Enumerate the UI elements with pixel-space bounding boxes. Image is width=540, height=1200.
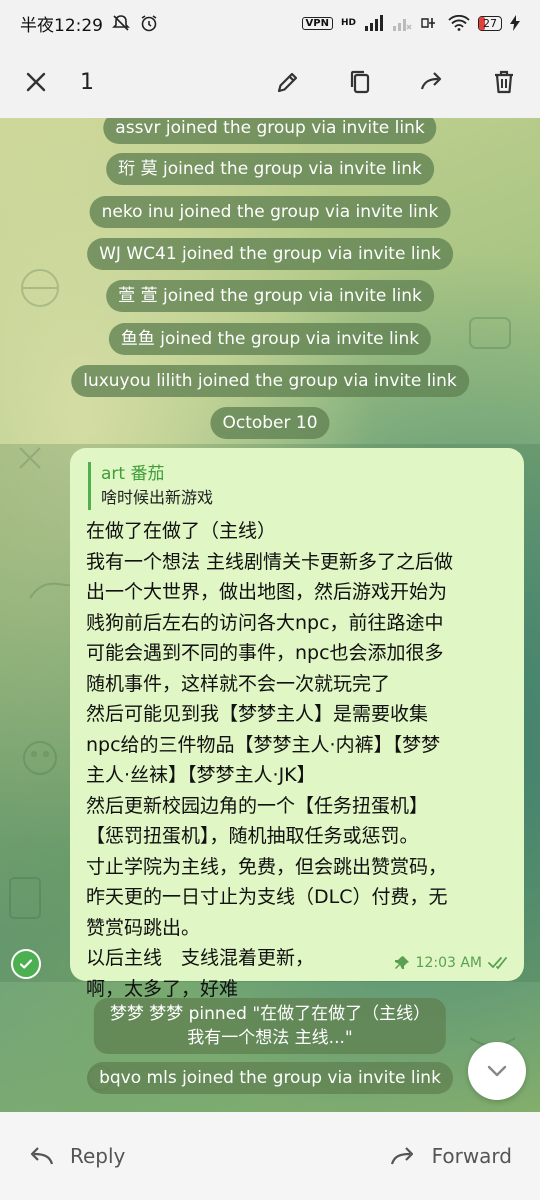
forward-arrow-icon: [390, 1147, 413, 1165]
pinned-notice-line1: 梦梦 梦梦 pinned "在做了在做了（主线）: [109, 1004, 431, 1024]
chat-area[interactable]: assvr joined the group via invite link 珩…: [0, 118, 540, 1112]
message-meta: 12:03 AM: [394, 955, 510, 971]
reply-label: Reply: [70, 1144, 126, 1168]
reply-arrow-icon: [30, 1147, 54, 1165]
date-separator: October 10: [210, 407, 330, 439]
service-message: assvr joined the group via invite link: [103, 118, 437, 144]
forward-toolbar-button[interactable]: [396, 46, 468, 118]
pinned-notice[interactable]: 梦梦 梦梦 pinned "在做了在做了（主线） 我有一个想法 主线...": [93, 998, 447, 1054]
service-message: bqvo mls joined the group via invite lin…: [87, 1062, 453, 1094]
hd-badge: HD: [340, 18, 356, 28]
service-message: 鱼鱼 joined the group via invite link: [108, 323, 432, 355]
share-arrow-icon: [420, 72, 442, 90]
pencil-icon: [277, 72, 298, 93]
message-bubble[interactable]: art 番茄 啥时候出新游戏 在做了在做了（主线） 我有一个想法 主线剧情关卡更…: [70, 448, 524, 1000]
message-time: 12:03 AM: [415, 955, 482, 971]
reply-quote[interactable]: art 番茄 啥时候出新游戏: [88, 462, 508, 510]
service-message: 萱 萱 joined the group via invite link: [106, 280, 434, 312]
bluetooth-icon: [420, 15, 440, 31]
copy-button[interactable]: [324, 46, 396, 118]
charging-icon: [510, 15, 520, 31]
selected-count: 1: [80, 69, 94, 95]
service-message: 珩 莫 joined the group via invite link: [106, 153, 434, 185]
bottom-action-bar: Reply Forward: [0, 1112, 540, 1200]
scroll-down-button[interactable]: [468, 1042, 526, 1100]
edit-button[interactable]: [252, 46, 324, 118]
signal-icon: [364, 15, 384, 31]
forward-button[interactable]: Forward: [390, 1144, 512, 1168]
service-message: luxuyou lilith joined the group via invi…: [71, 365, 469, 397]
close-selection-button[interactable]: [0, 46, 72, 118]
reply-sender-name: art 番茄: [101, 464, 165, 484]
wifi-icon: [448, 15, 470, 31]
service-message: WJ WC41 joined the group via invite link: [87, 238, 453, 270]
message-text: 在做了在做了（主线） 我有一个想法 主线剧情关卡更新多了之后做 出一个大世界，做…: [86, 520, 454, 1000]
close-icon: [26, 72, 46, 92]
battery-indicator: 27: [478, 15, 502, 31]
forward-label: Forward: [431, 1144, 512, 1168]
vpn-badge: VPN: [301, 16, 333, 30]
copy-icon: [350, 70, 370, 94]
status-bar: 半夜12:29 VPN HD 27: [0, 0, 540, 46]
check-icon: [19, 959, 33, 969]
pinned-notice-line2: 我有一个想法 主线...": [187, 1028, 353, 1048]
reply-button[interactable]: Reply: [28, 1144, 125, 1168]
alarm-icon: [139, 13, 159, 33]
selection-toolbar: 1: [0, 46, 540, 118]
message-select-checkbox[interactable]: [11, 949, 41, 979]
status-time: 半夜12:29: [20, 15, 103, 36]
service-message: neko inu joined the group via invite lin…: [89, 196, 451, 228]
chevron-down-icon: [487, 1065, 507, 1077]
double-check-icon: [488, 957, 507, 970]
signal-empty-icon: [392, 15, 412, 31]
pin-icon: [394, 956, 409, 969]
delete-button[interactable]: [468, 46, 540, 118]
mute-icon: [111, 13, 131, 33]
reply-quote-text: 啥时候出新游戏: [101, 488, 214, 507]
trash-icon: [495, 70, 513, 94]
